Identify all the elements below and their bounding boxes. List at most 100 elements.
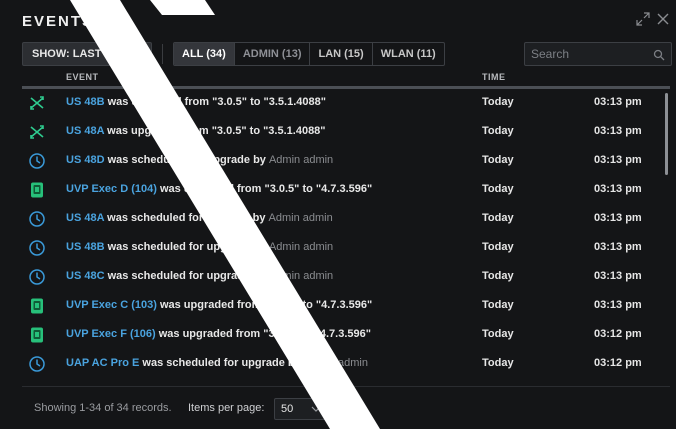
admin-link[interactable]: Admin admin — [269, 241, 333, 253]
table-row[interactable]: US 48B was scheduled for upgrade by Admi… — [22, 234, 662, 263]
records-summary: Showing 1-34 of 34 records. — [34, 402, 172, 414]
event-date: Today — [482, 125, 514, 137]
clock-icon — [28, 268, 46, 286]
device-link[interactable]: UVP Exec C (103) — [66, 299, 157, 311]
event-date: Today — [482, 154, 514, 166]
table-row[interactable]: UVP Exec D (104) was upgraded from "3.0.… — [22, 176, 662, 205]
version-to: "4.7.3.596" — [315, 299, 373, 311]
event-message: US 48A was scheduled for upgrade by Admi… — [66, 212, 333, 224]
event-time: 03:13 pm — [594, 241, 642, 253]
titlebar: EVENTS — [0, 0, 676, 38]
version-from: "3.0.5" — [212, 96, 248, 108]
event-date: Today — [482, 183, 514, 195]
filter-admin[interactable]: ADMIN (13) — [235, 43, 311, 65]
event-message: US 48B was scheduled for upgrade by Admi… — [66, 241, 333, 253]
filter-lan[interactable]: LAN (15) — [310, 43, 373, 65]
table-row[interactable]: UVP Exec F (106) was upgraded from "3.0.… — [22, 321, 662, 350]
admin-link[interactable]: Admin admin — [269, 270, 333, 282]
event-message: UVP Exec F (106) was upgraded from "3.0.… — [66, 328, 371, 340]
event-text: was upgraded from — [104, 96, 213, 108]
panel-title: EVENTS — [22, 13, 95, 30]
admin-link[interactable]: Admin admin — [304, 357, 368, 369]
clock-icon — [28, 355, 46, 373]
filter-all[interactable]: ALL (34) — [174, 43, 235, 65]
search-input[interactable] — [531, 46, 649, 62]
events-panel: EVENTS SHOW: LAST HOUR ALL (34) ADMIN (1… — [0, 0, 676, 429]
event-text: was upgraded from — [104, 125, 212, 137]
expand-icon[interactable] — [636, 12, 650, 26]
event-date: Today — [482, 212, 514, 224]
event-time: 03:13 pm — [594, 183, 642, 195]
filter-wlan[interactable]: WLAN (11) — [373, 43, 444, 65]
table-row[interactable]: US 48A was upgraded from "3.0.5" to "3.5… — [22, 118, 662, 147]
admin-link[interactable]: Admin admin — [269, 212, 333, 224]
version-from: "3.0.5" — [264, 299, 300, 311]
event-message: US 48D was scheduled for upgrade by Admi… — [66, 154, 333, 166]
table-row[interactable]: UAP AC Pro E was scheduled for upgrade b… — [22, 350, 662, 379]
column-header-time[interactable]: TIME — [482, 72, 506, 82]
search-icon[interactable] — [653, 48, 665, 61]
event-text-to: to — [246, 125, 264, 137]
items-per-page-select[interactable]: 50 — [274, 398, 328, 420]
event-message: UVP Exec D (104) was upgraded from "3.0.… — [66, 183, 372, 195]
table-row[interactable]: US 48A was scheduled for upgrade by Admi… — [22, 205, 662, 234]
table-row[interactable]: US 48C was scheduled for upgrade by Admi… — [22, 263, 662, 292]
show-range-label: SHOW: LAST HOUR — [32, 48, 137, 60]
upgrade-icon — [28, 94, 46, 112]
admin-link[interactable]: Admin admin — [269, 154, 333, 166]
device-link[interactable]: UVP Exec F (106) — [66, 328, 156, 340]
event-message: UVP Exec C (103) was upgraded from "3.0.… — [66, 299, 372, 311]
table-row[interactable]: US 48B was upgraded from "3.0.5" to "3.5… — [22, 89, 662, 118]
chevron-down-icon — [132, 43, 142, 73]
device-link[interactable]: US 48C — [66, 270, 105, 282]
table-row[interactable]: UVP Exec C (103) was upgraded from "3.0.… — [22, 292, 662, 321]
device-link[interactable]: US 48B — [66, 241, 105, 253]
event-time: 03:13 pm — [594, 299, 642, 311]
scrollbar-thumb[interactable] — [665, 93, 668, 175]
event-date: Today — [482, 299, 514, 311]
event-filter-tabs: ALL (34) ADMIN (13) LAN (15) WLAN (11) — [173, 42, 445, 66]
toolbar-divider — [162, 44, 163, 64]
clock-icon — [28, 152, 46, 170]
event-text: was scheduled for upgrade by — [104, 212, 269, 224]
table-row[interactable]: US 48D was scheduled for upgrade by Admi… — [22, 147, 662, 176]
device-link[interactable]: US 48A — [66, 212, 104, 224]
event-message: US 48C was scheduled for upgrade by Admi… — [66, 270, 333, 282]
version-from: "3.0.5" — [211, 125, 247, 137]
event-time: 03:13 pm — [594, 212, 642, 224]
version-from: "3.0.5" — [263, 328, 299, 340]
event-date: Today — [482, 328, 514, 340]
event-text: was scheduled for upgrade by — [104, 241, 269, 253]
table-footer: Showing 1-34 of 34 records. Items per pa… — [34, 398, 654, 420]
event-text-to: to — [298, 328, 315, 340]
table-header: EVENT TIME — [22, 70, 672, 86]
ap-device-icon — [28, 326, 46, 344]
event-text: was upgraded from — [156, 183, 265, 195]
event-time: 03:13 pm — [594, 270, 642, 282]
event-message: US 48B was upgraded from "3.0.5" to "3.5… — [66, 96, 326, 108]
show-range-dropdown[interactable]: SHOW: LAST HOUR — [22, 42, 152, 66]
device-link[interactable]: UAP AC Pro E — [66, 357, 139, 369]
event-message: US 48A was upgraded from "3.0.5" to "3.5… — [66, 125, 326, 137]
chevron-down-icon — [311, 399, 321, 426]
device-link[interactable]: US 48D — [66, 154, 105, 166]
event-time: 03:13 pm — [594, 125, 642, 137]
event-date: Today — [482, 96, 514, 108]
version-to: "3.5.1.4088" — [263, 96, 326, 108]
device-link[interactable]: US 48B — [66, 96, 105, 108]
ap-device-icon — [28, 297, 46, 315]
event-text-to: to — [299, 183, 316, 195]
device-link[interactable]: UVP Exec D (104) — [66, 183, 157, 195]
event-text: was scheduled for upgrade by — [139, 357, 304, 369]
column-header-event[interactable]: EVENT — [66, 72, 99, 82]
events-toolbar: SHOW: LAST HOUR ALL (34) ADMIN (13) LAN … — [22, 42, 672, 66]
event-text: was upgraded from — [156, 299, 265, 311]
event-text: was upgraded from — [155, 328, 264, 340]
event-text-to: to — [299, 299, 316, 311]
items-per-page-label: Items per page: — [188, 402, 265, 414]
device-link[interactable]: US 48A — [66, 125, 104, 137]
close-icon[interactable] — [656, 12, 670, 26]
ap-device-icon — [28, 181, 46, 199]
event-text-to: to — [247, 96, 264, 108]
version-from: "3.0.5" — [264, 183, 300, 195]
